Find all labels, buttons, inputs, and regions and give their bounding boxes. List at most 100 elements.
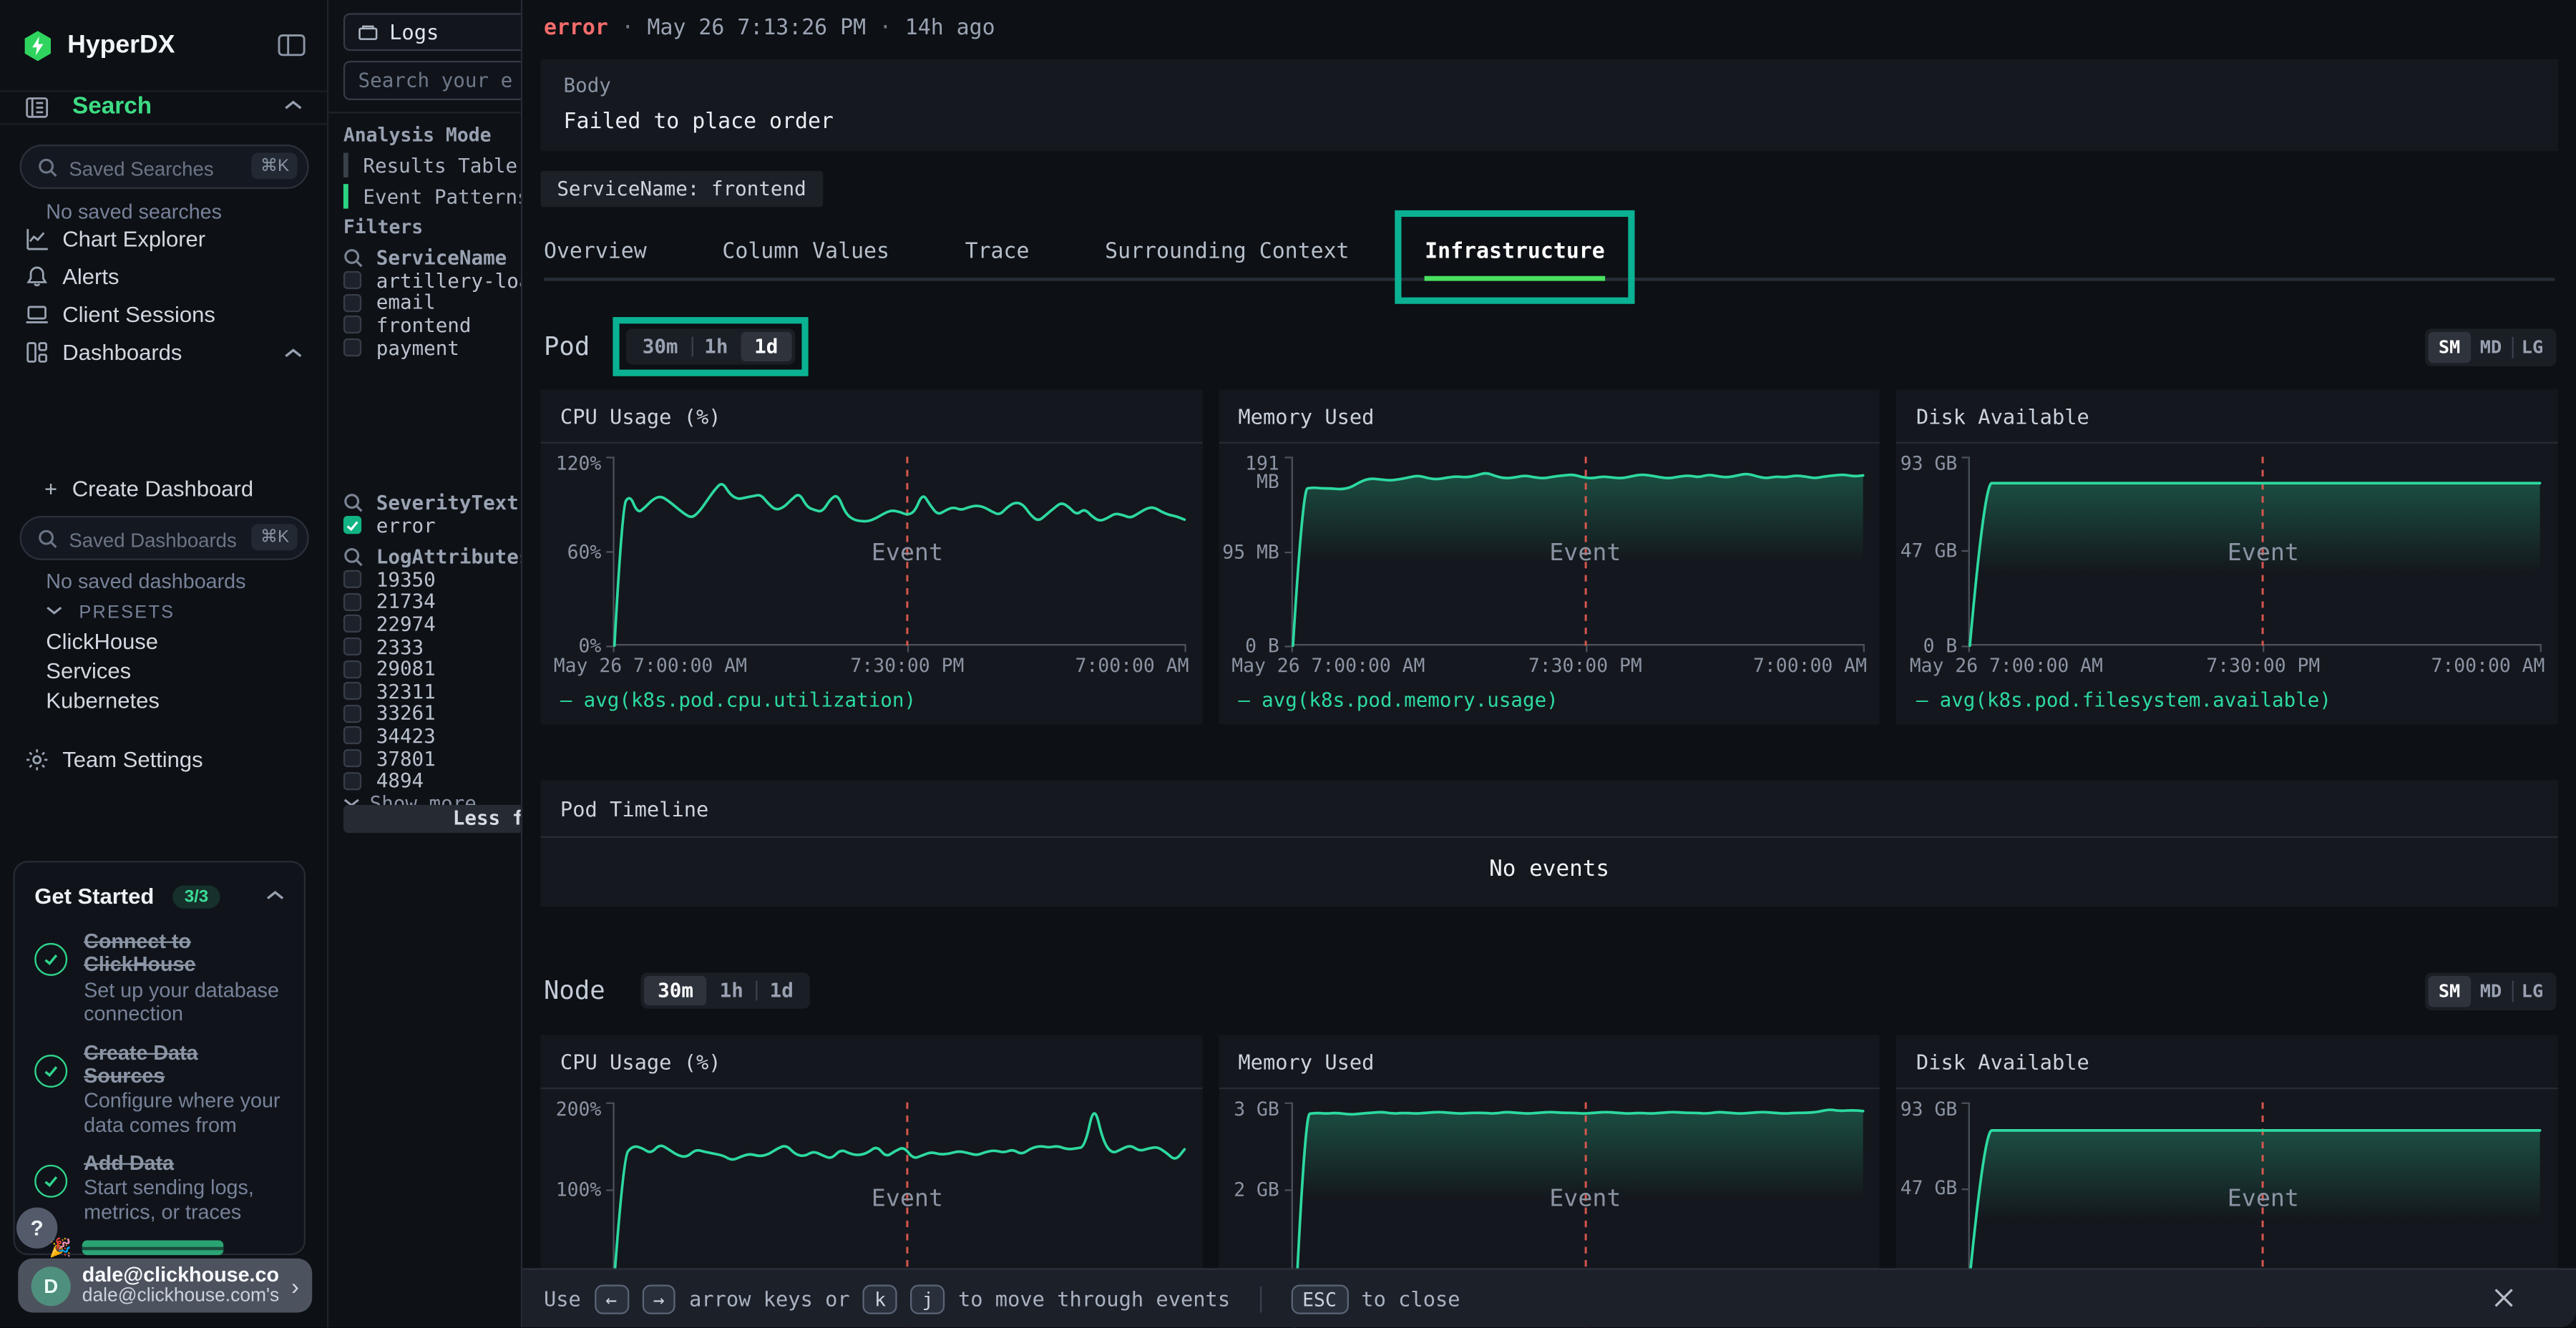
tab-surrounding-context[interactable]: Surrounding Context [1105,230,1349,278]
pod-range-option-30m[interactable]: 30m [629,332,691,361]
filter-option[interactable]: 4894 [343,769,521,791]
pod-section-title: Pod [544,332,590,361]
checkbox-unchecked[interactable] [343,749,361,767]
filter-option[interactable]: 29081 [343,658,521,680]
filter-option[interactable]: error [343,514,521,537]
event-marker-label: Event [1549,540,1621,567]
checkbox-unchecked[interactable] [343,272,361,290]
legend-series-name: avg(k8s.pod.cpu.utilization) [584,688,916,711]
filter-option[interactable]: artillery-loa [343,270,521,292]
source-selector-button[interactable]: Logs [343,13,521,51]
checkbox-unchecked[interactable] [343,727,361,745]
sidebar-item-dashboards[interactable]: Dashboards [0,337,327,374]
analysis-mode-event-patterns[interactable]: Event Patterns [343,184,521,208]
filter-option-label: error [376,514,436,537]
y-tick-label: 47 GB [1898,1180,1958,1198]
no-saved-searches-text: No saved searches [46,200,222,223]
node-size-option-sm[interactable]: SM [2429,975,2470,1007]
filter-option[interactable]: email [343,292,521,314]
pod-timeline-card: Pod Timeline No events [540,781,2557,907]
sidebar-item-alerts[interactable]: Alerts [0,261,327,298]
get-started-item-desc: Set up your database connection [84,979,284,1026]
checkbox-unchecked[interactable] [343,682,361,700]
sidebar-item-team-settings[interactable]: Team Settings [0,744,327,781]
checkbox-unchecked[interactable] [343,638,361,655]
node-range-option-1d[interactable]: 1d [756,976,806,1005]
user-profile-chip[interactable]: D dale@clickhouse.com dale@clickhouse.co… [18,1259,312,1313]
collapse-sidebar-icon[interactable] [278,33,306,57]
tab-column-values[interactable]: Column Values [722,230,889,278]
filter-option[interactable]: 2333 [343,635,521,658]
preset-item-services[interactable]: Services [46,659,131,683]
checkbox-checked[interactable] [343,517,361,534]
event-header: error · May 26 7:13:26 PM · 14h ago [544,16,995,41]
tab-label: Overview [544,240,647,264]
filter-option[interactable]: 37801 [343,747,521,769]
saved-searches-input[interactable]: Saved Searches ⌘K [20,145,309,189]
get-started-title: Get Started [34,884,154,908]
analysis-mode-results-table[interactable]: Results Table [343,153,517,177]
saved-dashboards-input[interactable]: Saved Dashboards ⌘K [20,516,309,560]
checkbox-unchecked[interactable] [343,705,361,723]
pod-size-option-lg[interactable]: LG [2512,331,2553,363]
tab-trace[interactable]: Trace [965,230,1030,278]
filter-option[interactable]: 19350 [343,568,521,590]
filter-group-name: ServiceName [376,246,507,269]
preset-item-kubernetes[interactable]: Kubernetes [46,688,160,713]
filter-option[interactable]: 32311 [343,680,521,702]
y-tick-label: 93 GB [1898,455,1958,473]
analysis-mode-label: Analysis Mode [343,123,492,146]
event-timestamp: May 26 7:13:26 PM [648,16,867,41]
x-tick-label: 7:00:00 AM [1075,654,1189,677]
checkbox-unchecked[interactable] [343,660,361,678]
chevron-down-icon [46,605,62,617]
esc-key: ESC [1291,1284,1348,1313]
presets-toggle[interactable]: PRESETS [46,603,175,623]
logs-source-icon [358,23,379,41]
chevron-up-icon[interactable] [266,889,284,902]
node-size-option-lg[interactable]: LG [2512,975,2553,1007]
get-started-item-text: Connect to ClickHouseSet up your databas… [84,930,284,1026]
filter-option[interactable]: payment [343,336,521,358]
checkbox-unchecked[interactable] [343,338,361,356]
filter-option[interactable]: frontend [343,314,521,336]
create-dashboard-button[interactable]: +Create Dashboard [44,477,253,501]
node-range-control: 30m1h1d [641,972,810,1009]
help-button[interactable]: ? [16,1208,57,1249]
pod-range-option-1h[interactable]: 1h [691,332,741,361]
y-axis: 93 GB47 GB0 B [1896,456,1968,645]
event-marker-label: Event [872,1186,943,1213]
checkbox-unchecked[interactable] [343,593,361,611]
less-filters-button[interactable]: Less fil [343,805,521,833]
pod-range-option-1d[interactable]: 1d [741,332,791,361]
checkbox-unchecked[interactable] [343,294,361,312]
checkbox-unchecked[interactable] [343,570,361,588]
chart-icon [24,227,49,251]
close-icon[interactable] [2491,1284,2517,1311]
filter-option[interactable]: 21734 [343,591,521,613]
node-range-option-1h[interactable]: 1h [706,976,756,1005]
node-range-option-30m[interactable]: 30m [645,976,707,1005]
sidebar-item-search[interactable]: Search [0,94,327,125]
node-size-option-md[interactable]: MD [2470,975,2512,1007]
event-search-input[interactable]: Search your e [343,61,521,100]
preset-item-clickhouse[interactable]: ClickHouse [46,629,158,653]
checkbox-unchecked[interactable] [343,615,361,633]
checkbox-unchecked[interactable] [343,316,361,334]
tab-overview[interactable]: Overview [544,230,647,278]
mode-label: Event Patterns [363,185,520,208]
filter-option-label: email [376,291,436,314]
tab-infrastructure[interactable]: Infrastructure [1425,230,1605,278]
checkbox-unchecked[interactable] [343,771,361,789]
filter-option[interactable]: 33261 [343,703,521,725]
pod-charts-row: CPU Usage (%)120%60%0%EventMay 26 7:00:0… [540,389,2557,724]
get-started-card: Get Started 3/3 Connect to ClickHouseSet… [13,861,306,1255]
pod-size-option-md[interactable]: MD [2470,331,2512,363]
sidebar-item-client-sessions[interactable]: Client Sessions [0,299,327,336]
pod-size-option-sm[interactable]: SM [2429,331,2470,363]
filter-option[interactable]: 22974 [343,613,521,635]
filter-option[interactable]: 34423 [343,725,521,747]
service-tag-chip[interactable]: ServiceName: frontend [540,171,822,208]
event-marker-label: Event [872,540,943,567]
sidebar-item-chart-explorer[interactable]: Chart Explorer [0,223,327,260]
